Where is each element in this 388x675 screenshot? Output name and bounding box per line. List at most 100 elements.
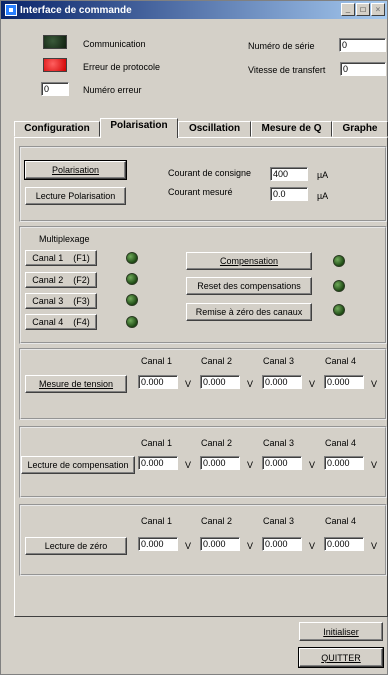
tab-polarisation[interactable]: Polarisation (100, 118, 178, 138)
tension-canal-2-field[interactable]: 0.000 (200, 375, 240, 389)
tab-graphe[interactable]: Graphe (332, 121, 388, 137)
tension-canal-1-field[interactable]: 0.000 (138, 375, 178, 389)
tension-canal-1-header: Canal 1 (141, 356, 173, 366)
tab-mesure-de-q[interactable]: Mesure de Q (251, 121, 332, 137)
comp-canal-4-field[interactable]: 0.000 (324, 456, 364, 470)
minimize-button[interactable]: _ (341, 3, 355, 16)
comp-canal-2-field[interactable]: 0.000 (200, 456, 240, 470)
communication-label: Communication (83, 39, 146, 49)
serial-number-label: Numéro de série (248, 41, 315, 51)
window-title: Interface de commande (20, 4, 132, 16)
zero-canal-1-field[interactable]: 0.000 (138, 537, 178, 551)
lecture-compensation-label: Lecture de compensation (27, 460, 129, 470)
zero-canal-2-header: Canal 2 (201, 516, 233, 526)
zero-canal-1-unit: V (185, 541, 192, 551)
zero-canal-2-field[interactable]: 0.000 (200, 537, 240, 551)
transfer-speed-label: Vitesse de transfert (248, 65, 326, 75)
error-number-label: Numéro erreur (83, 85, 142, 95)
polarisation-button[interactable]: Polarisation (24, 160, 127, 180)
lecture-zero-button[interactable]: Lecture de zéro (25, 537, 127, 555)
compensation-led (333, 255, 345, 267)
canal-4-button[interactable]: Canal 4 (F4) (25, 314, 97, 330)
polarisation-group (19, 146, 387, 222)
canal-1-button[interactable]: Canal 1 (F1) (25, 250, 97, 266)
canal-2-led (126, 273, 138, 285)
tab-configuration[interactable]: Configuration (14, 121, 100, 137)
comp-canal-1-unit: V (185, 460, 192, 470)
comp-canal-3-header: Canal 3 (263, 438, 295, 448)
lecture-compensation-button[interactable]: Lecture de compensation (21, 456, 135, 474)
mesure-tension-button[interactable]: Mesure de tension (25, 375, 127, 393)
tension-canal-3-unit: V (309, 379, 316, 389)
tension-canal-2-unit: V (247, 379, 254, 389)
maximize-button[interactable]: □ (356, 3, 370, 16)
polarisation-button-label: Polarisation (51, 165, 100, 175)
zero-canal-3-field[interactable]: 0.000 (262, 537, 302, 551)
zero-canal-1-header: Canal 1 (141, 516, 173, 526)
zero-canal-3-header: Canal 3 (263, 516, 295, 526)
canal-3-button[interactable]: Canal 3 (F3) (25, 293, 97, 309)
comp-canal-3-field[interactable]: 0.000 (262, 456, 302, 470)
title-bar[interactable]: Interface de commande _ □ × (1, 1, 387, 19)
protocol-error-led (43, 58, 67, 72)
zero-canal-4-header: Canal 4 (325, 516, 357, 526)
comp-canal-4-unit: V (371, 460, 378, 470)
tab-oscillation[interactable]: Oscillation (178, 121, 251, 137)
quitter-label: QUITTER (321, 652, 361, 663)
tension-canal-1-unit: V (185, 379, 192, 389)
canal-3-label: Canal 3 (F3) (32, 296, 90, 306)
tension-canal-4-field[interactable]: 0.000 (324, 375, 364, 389)
tension-canal-4-header: Canal 4 (325, 356, 357, 366)
canal-1-led (126, 252, 138, 264)
initialiser-button[interactable]: Initialiser (299, 622, 383, 641)
transfer-speed-field[interactable]: 0 (340, 62, 386, 76)
zero-canal-2-unit: V (247, 541, 254, 551)
compensation-label: Compensation (219, 256, 279, 266)
comp-canal-1-header: Canal 1 (141, 438, 173, 448)
comp-canal-1-field[interactable]: 0.000 (138, 456, 178, 470)
canal-2-button[interactable]: Canal 2 (F2) (25, 272, 97, 288)
tension-canal-2-header: Canal 2 (201, 356, 233, 366)
comp-canal-3-unit: V (309, 460, 316, 470)
compensation-button[interactable]: Compensation (186, 252, 312, 270)
reset-compensations-button[interactable]: Reset des compensations (186, 277, 312, 295)
consigne-unit: µA (317, 170, 329, 180)
mesure-label: Courant mesuré (168, 187, 233, 197)
communication-led (43, 35, 67, 49)
mesure-unit: µA (317, 191, 329, 201)
initialiser-label: Initialiser (323, 626, 359, 637)
main-window: Interface de commande _ □ × Communicatio… (0, 0, 388, 675)
serial-number-field[interactable]: 0 (339, 38, 386, 52)
multiplexage-title: Multiplexage (39, 234, 90, 244)
tension-canal-3-field[interactable]: 0.000 (262, 375, 302, 389)
canal-4-led (126, 316, 138, 328)
comp-canal-4-header: Canal 4 (325, 438, 357, 448)
error-number-field[interactable]: 0 (41, 82, 69, 96)
zero-canal-4-field[interactable]: 0.000 (324, 537, 364, 551)
canal-2-label: Canal 2 (F2) (32, 275, 90, 285)
comp-canal-2-unit: V (247, 460, 254, 470)
lecture-polarisation-button[interactable]: Lecture Polarisation (25, 187, 126, 205)
reset-led (333, 280, 345, 292)
reset-compensations-label: Reset des compensations (197, 281, 301, 291)
close-button[interactable]: × (371, 3, 385, 16)
tension-canal-3-header: Canal 3 (263, 356, 295, 366)
remise-zero-button[interactable]: Remise à zéro des canaux (186, 303, 312, 321)
mesure-field[interactable]: 0.0 (270, 187, 308, 201)
consigne-field[interactable]: 400 (270, 167, 308, 181)
zero-canal-3-unit: V (309, 541, 316, 551)
lecture-zero-label: Lecture de zéro (44, 541, 108, 551)
quitter-button[interactable]: QUITTER (298, 647, 384, 668)
lecture-polarisation-label: Lecture Polarisation (35, 191, 116, 201)
zero-canal-4-unit: V (371, 541, 378, 551)
remise-led (333, 304, 345, 316)
canal-1-label: Canal 1 (F1) (32, 253, 90, 263)
consigne-label: Courant de consigne (168, 168, 252, 178)
tension-canal-4-unit: V (371, 379, 378, 389)
app-icon[interactable] (5, 4, 17, 16)
mesure-tension-label: Mesure de tension (38, 379, 114, 389)
canal-3-led (126, 294, 138, 306)
comp-canal-2-header: Canal 2 (201, 438, 233, 448)
canal-4-label: Canal 4 (F4) (32, 317, 90, 327)
protocol-error-label: Erreur de protocole (83, 62, 161, 72)
